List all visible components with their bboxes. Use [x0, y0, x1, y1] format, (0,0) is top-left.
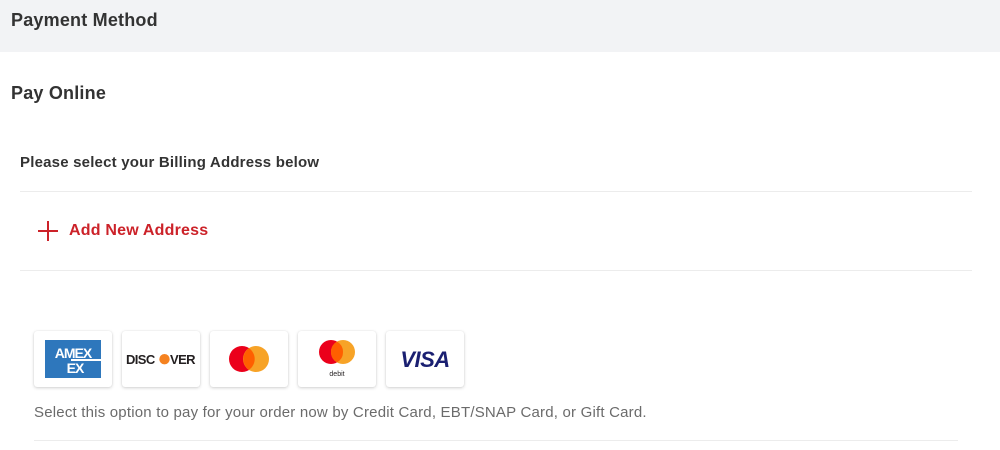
divider [34, 440, 958, 441]
mastercard-debit-card[interactable]: debit [298, 331, 376, 387]
svg-text:debit: debit [329, 371, 344, 378]
visa-icon: VISA [400, 348, 450, 370]
amex-card[interactable]: AMEX EX [34, 331, 112, 387]
svg-text:EX: EX [67, 360, 85, 376]
accepted-cards: AMEX EX DISC VER debit VISA [34, 331, 464, 387]
pay-online-title: Pay Online [11, 83, 107, 103]
svg-text:DISC: DISC [126, 352, 156, 367]
payment-method-header: Payment Method [0, 0, 1000, 52]
payment-option-description: Select this option to pay for your order… [34, 404, 647, 421]
divider [20, 191, 972, 192]
discover-icon: DISC VER [126, 352, 196, 367]
discover-card[interactable]: DISC VER [122, 331, 200, 387]
mastercard-icon [229, 346, 269, 372]
add-new-address-label: Add New Address [69, 222, 209, 239]
svg-text:VISA: VISA [400, 348, 449, 370]
page-title: Payment Method [11, 10, 158, 30]
plus-icon [37, 220, 59, 242]
add-new-address-button[interactable]: Add New Address [37, 219, 208, 243]
svg-text:VER: VER [170, 352, 196, 367]
mastercard-card[interactable] [210, 331, 288, 387]
svg-text:AMEX: AMEX [55, 345, 93, 361]
amex-icon: AMEX EX [45, 340, 101, 378]
visa-card[interactable]: VISA [386, 331, 464, 387]
mastercard-debit-icon: debit [319, 340, 355, 378]
divider [20, 270, 972, 271]
billing-address-title: Please select your Billing Address below [20, 154, 320, 171]
